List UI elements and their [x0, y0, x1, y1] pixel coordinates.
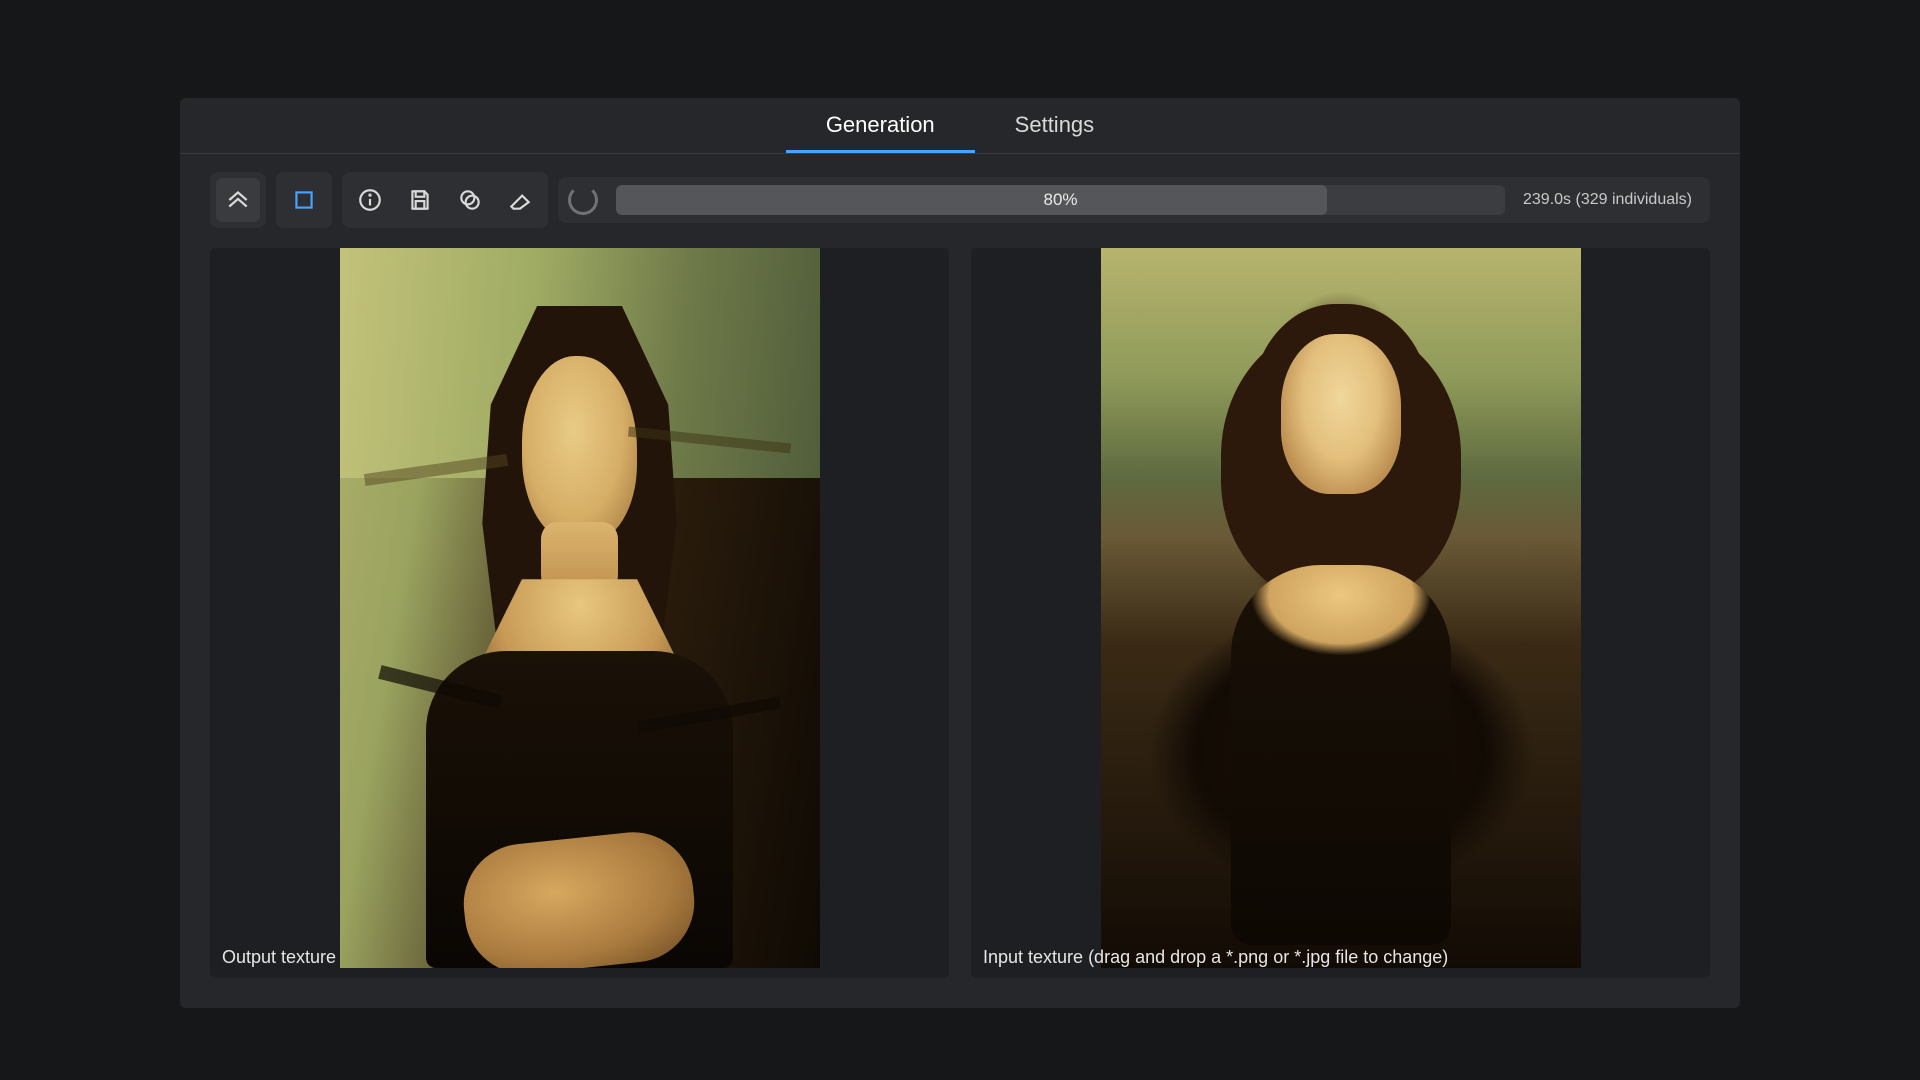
stop-group	[276, 172, 332, 228]
stop-button[interactable]	[282, 178, 326, 222]
output-pane: Output texture	[210, 248, 949, 978]
spinner-icon	[568, 185, 598, 215]
save-button[interactable]	[398, 178, 442, 222]
input-image	[1101, 248, 1581, 968]
output-pane-label: Output texture	[222, 947, 336, 968]
home-button[interactable]	[216, 178, 260, 222]
tab-generation[interactable]: Generation	[786, 98, 975, 153]
progress-label: 80%	[616, 185, 1505, 215]
erase-button[interactable]	[498, 178, 542, 222]
eraser-icon	[507, 187, 533, 213]
content-area: Output texture Input texture (drag and d…	[180, 242, 1740, 1008]
progress-stats: 239.0s (329 individuals)	[1523, 191, 1692, 209]
home-icon	[225, 187, 251, 213]
tab-bar: Generation Settings	[180, 98, 1740, 154]
nav-group	[210, 172, 266, 228]
layers-button[interactable]	[448, 178, 492, 222]
stop-icon	[291, 187, 317, 213]
info-icon	[357, 187, 383, 213]
output-image	[340, 248, 820, 968]
input-pane-label: Input texture (drag and drop a *.png or …	[983, 947, 1448, 968]
info-button[interactable]	[348, 178, 392, 222]
tab-settings[interactable]: Settings	[975, 98, 1135, 153]
save-icon	[407, 187, 433, 213]
layers-icon	[457, 187, 483, 213]
input-pane[interactable]: Input texture (drag and drop a *.png or …	[971, 248, 1710, 978]
app-window: Generation Settings	[180, 98, 1740, 1008]
toolbar: 80% 239.0s (329 individuals)	[180, 154, 1740, 242]
progress-group: 80% 239.0s (329 individuals)	[558, 177, 1710, 223]
tools-group	[342, 172, 548, 228]
progress-bar: 80%	[616, 185, 1505, 215]
